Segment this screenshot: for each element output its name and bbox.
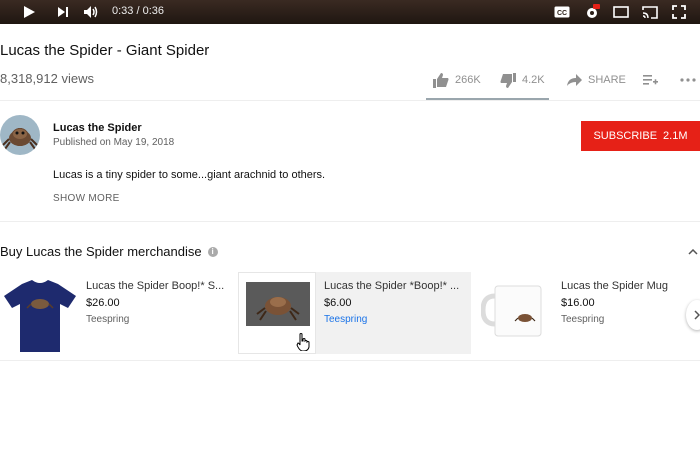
share-icon <box>567 74 582 86</box>
cc-icon[interactable]: CC <box>553 3 571 21</box>
subscriber-count: 2.1M <box>663 130 688 142</box>
show-more-button[interactable]: SHOW MORE <box>53 193 120 204</box>
svg-text:CC: CC <box>557 10 567 17</box>
time-total: 0:36 <box>142 5 165 17</box>
divider <box>0 360 700 361</box>
view-count: 8,318,912 views <box>0 71 94 86</box>
hand-pointer-cursor-icon <box>296 333 310 356</box>
time-display: 0:33 / 0:36 <box>112 5 164 17</box>
divider <box>0 221 700 222</box>
merch-item[interactable]: Lucas the Spider Boop!* S... $26.00 Tees… <box>0 272 235 354</box>
merch-item-seller: Teespring <box>86 314 130 325</box>
add-to-playlist-button[interactable] <box>643 70 658 90</box>
tshirt-image <box>2 278 78 354</box>
spider-avatar-image <box>2 129 38 150</box>
like-button[interactable]: 266K <box>433 70 481 90</box>
video-description: Lucas is a tiny spider to some...giant a… <box>53 169 326 181</box>
merch-heading: Buy Lucas the Spider merchandise i <box>0 244 218 259</box>
merch-item[interactable]: Lucas the Spider *Boop!* ... $6.00 Teesp… <box>238 272 471 354</box>
chevron-up-icon[interactable] <box>688 244 698 258</box>
settings-hd-icon[interactable] <box>583 3 601 21</box>
playlist-add-icon <box>643 75 658 85</box>
share-label: SHARE <box>588 74 626 86</box>
channel-name[interactable]: Lucas the Spider <box>53 122 142 134</box>
like-count: 266K <box>455 74 481 86</box>
play-icon[interactable] <box>20 3 38 21</box>
player-controls-bar: 0:33 / 0:36 CC <box>0 0 700 24</box>
channel-avatar[interactable] <box>0 115 40 155</box>
dislike-count: 4.2K <box>522 74 545 86</box>
publish-date: Published on May 19, 2018 <box>53 137 175 148</box>
phone-case-image <box>246 282 310 326</box>
info-icon[interactable]: i <box>207 246 218 257</box>
merch-item[interactable]: Lucas the Spider Mug $16.00 Teespring <box>475 272 685 354</box>
subscribe-label: SUBSCRIBE <box>593 130 658 142</box>
miniplayer-icon[interactable] <box>612 3 630 21</box>
divider <box>0 100 700 101</box>
merch-item-name: Lucas the Spider *Boop!* ... <box>324 280 460 292</box>
merch-item-name: Lucas the Spider Mug <box>561 280 669 292</box>
more-actions-button[interactable] <box>680 70 696 90</box>
cast-icon[interactable] <box>641 3 659 21</box>
share-button[interactable]: SHARE <box>567 70 626 90</box>
fullscreen-icon[interactable] <box>670 3 688 21</box>
mug-image <box>480 280 553 340</box>
carousel-next-button[interactable] <box>686 300 700 330</box>
volume-icon[interactable] <box>82 3 100 21</box>
thumbs-up-icon <box>433 72 449 88</box>
merch-item-price: $26.00 <box>86 297 120 309</box>
merch-heading-text: Buy Lucas the Spider merchandise <box>0 244 202 259</box>
merch-item-name: Lucas the Spider Boop!* S... <box>86 280 225 292</box>
thumbs-down-icon <box>500 72 516 88</box>
merch-item-price: $16.00 <box>561 297 595 309</box>
merch-item-seller-link[interactable]: Teespring <box>324 314 367 325</box>
dislike-button[interactable]: 4.2K <box>500 70 545 90</box>
subscribe-button[interactable]: SUBSCRIBE 2.1M <box>581 121 700 151</box>
time-current: 0:33 <box>112 5 134 17</box>
next-icon[interactable] <box>55 3 71 21</box>
merch-item-price: $6.00 <box>324 297 352 309</box>
merch-item-seller: Teespring <box>561 314 605 325</box>
video-title: Lucas the Spider - Giant Spider <box>0 42 210 59</box>
time-separator: / <box>133 5 143 17</box>
more-horizontal-icon <box>680 78 696 82</box>
chevron-right-icon <box>694 310 700 320</box>
